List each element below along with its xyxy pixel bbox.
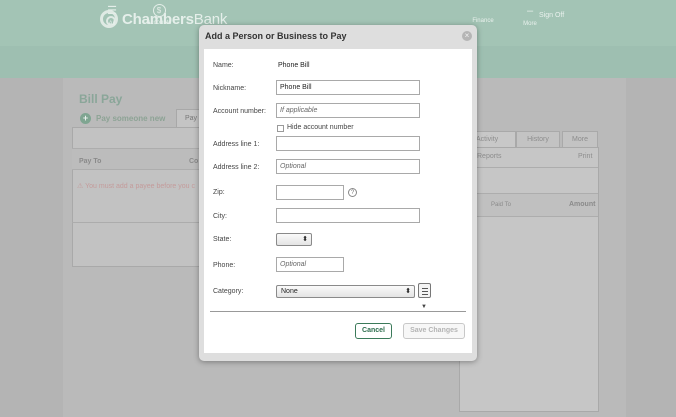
dialog-title: Add a Person or Business to Pay (205, 31, 347, 41)
category-select-value: None (281, 288, 298, 295)
account-number-field[interactable]: If applicable (276, 103, 420, 118)
category-list-icon[interactable] (418, 283, 431, 298)
dialog-divider (210, 311, 466, 312)
category-select[interactable]: None ⬍ (276, 285, 415, 298)
reports-link[interactable]: Reports (477, 153, 502, 160)
divider (72, 222, 212, 223)
address-line-2-field[interactable]: Optional (276, 159, 420, 174)
save-changes-button[interactable]: Save Changes (403, 323, 465, 339)
zip-label: Zip: (213, 189, 225, 196)
warning-icon: ⚠ (77, 183, 84, 190)
nav-item-accounts[interactable]: $ Accounts (144, 4, 174, 26)
phone-label: Phone: (213, 262, 236, 269)
column-header-amount: Amount (569, 201, 596, 208)
city-label: City: (213, 213, 227, 220)
hide-account-label: Hide account number (287, 124, 354, 131)
print-link[interactable]: Print (578, 153, 592, 160)
category-label: Category: (213, 288, 244, 295)
cancel-button[interactable]: Cancel (355, 323, 392, 339)
address-line-1-field[interactable] (276, 136, 420, 151)
address-line-1-label: Address line 1: (213, 141, 260, 148)
pay-someone-new-label: Pay someone new (96, 114, 166, 123)
state-select[interactable]: ⬍ (276, 233, 312, 246)
account-number-label: Account number: (213, 108, 266, 115)
stepper-arrows-icon: ⬍ (405, 288, 411, 295)
name-label: Name: (213, 62, 234, 69)
stepper-arrows-icon: ⬍ (302, 236, 308, 243)
tab-history[interactable]: History (516, 131, 560, 148)
divider (460, 167, 598, 168)
pay-someone-new-button[interactable]: + Pay someone new (80, 113, 165, 124)
nav-item-label: More (523, 21, 537, 27)
column-header-paid-to: Paid To (491, 202, 511, 208)
warning-text: You must add a payee before you c (85, 183, 195, 190)
menu-icon: ☰ (107, 5, 117, 17)
nav-item-label: All (108, 21, 116, 27)
add-payee-warning: ⚠ You must add a payee before you c (77, 182, 195, 190)
nav-item-label: Accounts (146, 20, 172, 26)
state-label: State: (213, 236, 232, 243)
nav-item-label: Finance (472, 18, 494, 24)
name-value: Phone Bill (278, 62, 310, 69)
page-title: Bill Pay (79, 92, 123, 106)
dash-icon: – (526, 5, 534, 17)
activity-panel (459, 147, 599, 412)
nav-item-all[interactable]: ☰ All (103, 4, 121, 27)
help-icon[interactable]: ? (348, 188, 357, 197)
hide-account-checkbox[interactable] (277, 125, 284, 132)
phone-field[interactable]: Optional (276, 257, 344, 272)
nav-item-finance[interactable]: Finance (463, 18, 503, 24)
nickname-label: Nickname: (213, 85, 247, 92)
sign-off-link[interactable]: Sign Off (539, 12, 564, 19)
column-header-pay-to: Pay To (79, 158, 102, 165)
nickname-field[interactable]: Phone Bill (276, 80, 420, 95)
column-header-co: Co (189, 158, 199, 165)
tab-more[interactable]: More (562, 131, 598, 148)
nav-item-more[interactable]: – More (518, 4, 542, 27)
scroll-caret-icon: ▼ (421, 304, 427, 310)
city-field[interactable] (276, 208, 420, 223)
close-icon[interactable]: × (462, 31, 472, 41)
address-line-2-label: Address line 2: (213, 164, 260, 171)
zip-field[interactable] (276, 185, 344, 200)
dollar-icon: $ (152, 4, 166, 17)
plus-icon: + (80, 113, 91, 124)
